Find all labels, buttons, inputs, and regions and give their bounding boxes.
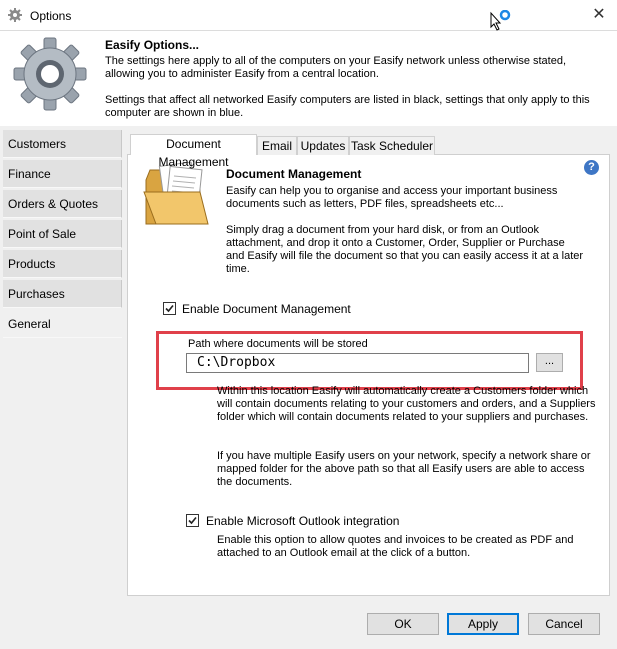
intro-text: Easify can help you to organise and acce… bbox=[226, 185, 558, 210]
tab-email[interactable]: Email bbox=[257, 136, 297, 155]
tab-document-management[interactable]: Document Management bbox=[130, 134, 257, 169]
enable-outlook-label[interactable]: Enable Microsoft Outlook integration bbox=[206, 514, 399, 528]
folder-info-text: Within this location Easify will automat… bbox=[217, 385, 596, 423]
header-settings-note: Settings that affect all networked Easif… bbox=[105, 94, 590, 119]
cancel-button[interactable]: Cancel bbox=[528, 613, 600, 635]
gear-icon bbox=[10, 34, 90, 114]
checkmark-icon bbox=[165, 304, 174, 313]
window-title: Options bbox=[30, 9, 72, 23]
footer bbox=[0, 600, 617, 649]
enable-outlook-checkbox[interactable] bbox=[186, 514, 199, 527]
app-gear-icon bbox=[8, 8, 22, 22]
sidebar-item-products[interactable]: Products bbox=[3, 250, 122, 278]
section-title: Document Management bbox=[226, 167, 362, 181]
apply-button[interactable]: Apply bbox=[447, 613, 519, 635]
tab-task-scheduler[interactable]: Task Scheduler bbox=[349, 136, 435, 155]
outlook-description: Enable this option to allow quotes and i… bbox=[217, 534, 574, 559]
title-bar bbox=[0, 0, 617, 31]
help-icon[interactable]: ? bbox=[584, 160, 599, 175]
sidebar-item-point-of-sale[interactable]: Point of Sale bbox=[3, 220, 122, 248]
highlight-box bbox=[156, 331, 583, 390]
network-info-text: If you have multiple Easify users on you… bbox=[217, 450, 591, 488]
sidebar-item-finance[interactable]: Finance bbox=[3, 160, 122, 188]
sidebar-item-purchases[interactable]: Purchases bbox=[3, 280, 122, 308]
folder-icon bbox=[142, 161, 214, 230]
drag-drop-text: Simply drag a document from your hard di… bbox=[226, 224, 584, 275]
ok-button[interactable]: OK bbox=[367, 613, 439, 635]
checkmark-icon bbox=[188, 516, 197, 525]
sidebar-item-general[interactable]: General bbox=[3, 310, 122, 338]
sidebar-item-orders-quotes[interactable]: Orders & Quotes bbox=[3, 190, 122, 218]
tab-updates[interactable]: Updates bbox=[297, 136, 349, 155]
enable-document-management-checkbox[interactable] bbox=[163, 302, 176, 315]
enable-document-management-label[interactable]: Enable Document Management bbox=[182, 302, 351, 316]
sidebar-item-customers[interactable]: Customers bbox=[3, 130, 122, 158]
close-icon[interactable]: ✕ bbox=[583, 2, 615, 28]
header-title: Easify Options... bbox=[105, 38, 200, 52]
header-description: The settings here apply to all of the co… bbox=[105, 55, 567, 80]
